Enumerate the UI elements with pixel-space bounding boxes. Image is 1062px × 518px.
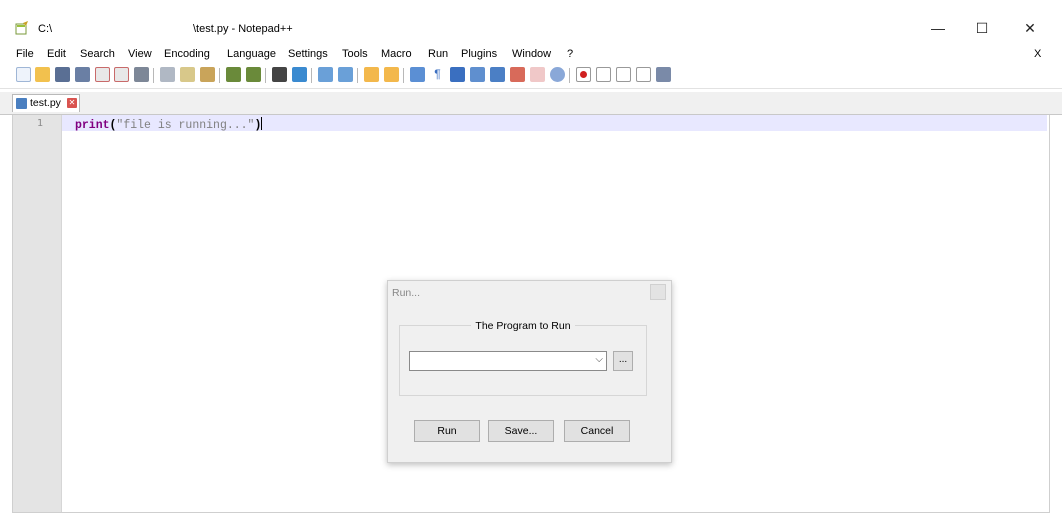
print-icon[interactable] [134, 67, 149, 82]
menu-macro[interactable]: Macro [381, 48, 412, 60]
language-icon[interactable] [470, 67, 485, 82]
menu-run[interactable]: Run [428, 48, 448, 60]
find-icon[interactable] [272, 67, 287, 82]
menu-file[interactable]: File [16, 48, 34, 60]
menu-encoding[interactable]: Encoding [164, 48, 210, 60]
code-line[interactable]: print("file is running...") [75, 117, 263, 132]
toolbar-separator [311, 68, 312, 83]
close-all-icon[interactable] [114, 67, 129, 82]
play-macro-icon[interactable] [616, 67, 631, 82]
minimize-icon: — [931, 20, 945, 36]
menu-plugins[interactable]: Plugins [461, 48, 497, 60]
close-document-x[interactable]: X [1034, 48, 1041, 60]
folder-workspace-icon[interactable] [530, 67, 545, 82]
save-button[interactable]: Save... [488, 420, 554, 442]
notepadpp-app-icon [15, 21, 28, 35]
maximize-button[interactable]: ☐ [962, 14, 1002, 42]
indent-guide-icon[interactable] [450, 67, 465, 82]
run-dialog: Run... The Program to Run ⌵ ... Run Save… [387, 280, 672, 463]
browse-button[interactable]: ... [613, 351, 633, 371]
sync-vertical-icon[interactable] [364, 67, 379, 82]
doc-map-icon[interactable] [490, 67, 505, 82]
text-caret [261, 117, 263, 130]
menu-tools[interactable]: Tools [342, 48, 368, 60]
close-icon: ✕ [1024, 19, 1036, 36]
stop-record-icon[interactable] [596, 67, 611, 82]
paste-icon[interactable] [200, 67, 215, 82]
close-icon[interactable] [95, 67, 110, 82]
toolbar-separator [219, 68, 220, 83]
show-all-chars-icon[interactable]: ¶ [430, 67, 445, 82]
window-title-file: \test.py - Notepad++ [193, 23, 293, 35]
new-file-icon[interactable] [16, 67, 31, 82]
toolbar-separator [357, 68, 358, 83]
title-bar: C:\ \test.py - Notepad++ — ☐ ✕ [0, 0, 1062, 42]
sync-horizontal-icon[interactable] [384, 67, 399, 82]
run-button[interactable]: Run [414, 420, 480, 442]
line-number-gutter: 1 [13, 115, 62, 512]
menu-window[interactable]: Window [512, 48, 551, 60]
copy-icon[interactable] [180, 67, 195, 82]
zoom-out-icon[interactable] [338, 67, 353, 82]
redo-icon[interactable] [246, 67, 261, 82]
toolbar-separator [569, 68, 570, 83]
save-all-icon[interactable] [75, 67, 90, 82]
dialog-close-button[interactable] [650, 284, 666, 300]
minimize-button[interactable]: — [918, 14, 958, 42]
close-window-button[interactable]: ✕ [1010, 14, 1050, 42]
toolbar-separator [153, 68, 154, 83]
menu-settings[interactable]: Settings [288, 48, 328, 60]
save-icon[interactable] [55, 67, 70, 82]
line-number: 1 [36, 118, 43, 129]
function-list-icon[interactable] [510, 67, 525, 82]
zoom-in-icon[interactable] [318, 67, 333, 82]
tab-bar: test.py ✕ [0, 92, 1062, 115]
monitoring-icon[interactable] [550, 67, 565, 82]
save-macro-icon[interactable] [656, 67, 671, 82]
menu-bar: File Edit Search View Encoding Language … [0, 45, 1062, 63]
tab-label: test.py [30, 97, 61, 109]
program-combobox[interactable]: ⌵ [409, 351, 607, 371]
toolbar-separator [403, 68, 404, 83]
cut-icon[interactable] [160, 67, 175, 82]
cancel-button[interactable]: Cancel [564, 420, 630, 442]
record-macro-icon[interactable] [576, 67, 591, 82]
saved-file-icon [16, 98, 27, 109]
chevron-down-icon[interactable]: ⌵ [595, 354, 603, 365]
open-file-icon[interactable] [35, 67, 50, 82]
undo-icon[interactable] [226, 67, 241, 82]
code-keyword: print [75, 119, 110, 132]
group-label: The Program to Run [471, 320, 575, 332]
menu-edit[interactable]: Edit [47, 48, 66, 60]
word-wrap-icon[interactable] [410, 67, 425, 82]
code-close-paren: ) [254, 119, 262, 132]
menu-search[interactable]: Search [80, 48, 115, 60]
dialog-title: Run... [392, 287, 421, 299]
code-string: "file is running..." [116, 119, 255, 132]
run-macro-multiple-icon[interactable] [636, 67, 651, 82]
maximize-icon: ☐ [975, 19, 989, 36]
window-title-path: C:\ [38, 23, 53, 35]
menu-help[interactable]: ? [567, 48, 573, 60]
menu-view[interactable]: View [128, 48, 152, 60]
toolbar-separator [265, 68, 266, 83]
program-groupbox: The Program to Run ⌵ ... [399, 320, 647, 396]
tab-test-py[interactable]: test.py ✕ [12, 94, 80, 112]
menu-language[interactable]: Language [227, 48, 276, 60]
toolbar: ¶ [0, 64, 1062, 89]
replace-icon[interactable] [292, 67, 307, 82]
tab-close-icon[interactable]: ✕ [67, 98, 77, 108]
